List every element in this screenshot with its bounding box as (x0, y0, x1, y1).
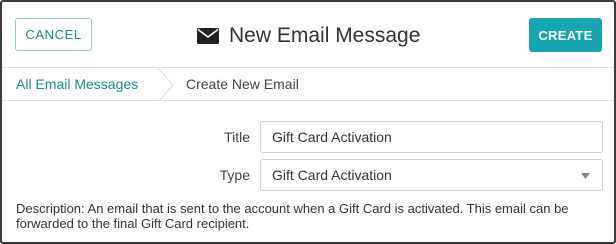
title-input-value: Gift Card Activation (272, 129, 392, 145)
create-button[interactable]: CREATE (529, 18, 602, 52)
panel-header: CANCEL New Email Message CREATE (2, 2, 614, 68)
breadcrumb: All Email Messages Create New Email (2, 69, 614, 101)
envelope-icon (197, 28, 219, 44)
breadcrumb-all-email-messages[interactable]: All Email Messages (16, 76, 138, 92)
breadcrumb-current: Create New Email (186, 76, 299, 92)
chevron-right-icon (158, 69, 174, 101)
type-select-value: Gift Card Activation (272, 167, 392, 183)
type-select[interactable]: Gift Card Activation (260, 159, 603, 191)
email-message-panel: CANCEL New Email Message CREATE All Emai… (0, 0, 616, 244)
page-title: New Email Message (229, 24, 421, 47)
title-input[interactable]: Gift Card Activation (260, 121, 603, 153)
description-text: Description: An email that is sent to th… (16, 201, 569, 231)
type-label: Type (219, 167, 250, 183)
caret-down-icon[interactable] (581, 173, 590, 179)
title-label: Title (224, 129, 250, 145)
cancel-button[interactable]: CANCEL (15, 18, 92, 51)
panel-title: New Email Message (197, 20, 420, 52)
